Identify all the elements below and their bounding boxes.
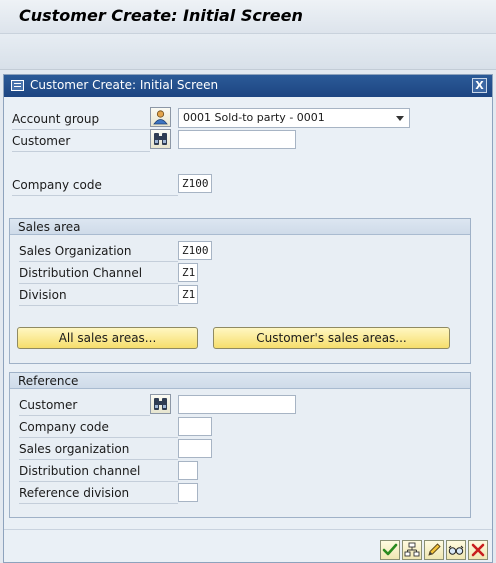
window-title: Customer Create: Initial Screen bbox=[19, 6, 303, 25]
company-code-input[interactable]: Z100 bbox=[178, 174, 212, 193]
dialog-title: Customer Create: Initial Screen bbox=[30, 78, 219, 92]
ref-division-label: Reference division bbox=[19, 486, 130, 500]
glasses-icon bbox=[448, 545, 464, 555]
company-code-label: Company code bbox=[12, 178, 102, 192]
cancel-button[interactable] bbox=[468, 540, 488, 560]
ref-company-code-label: Company code bbox=[19, 420, 109, 434]
sales-org-label: Sales Organization bbox=[19, 244, 132, 258]
customer-input[interactable] bbox=[178, 130, 296, 149]
sales-area-title: Sales area bbox=[18, 220, 81, 234]
label-underline bbox=[19, 283, 178, 284]
customer-search-button[interactable] bbox=[150, 129, 171, 149]
binoculars-icon bbox=[154, 133, 167, 145]
cancel-icon bbox=[471, 543, 485, 557]
account-group-selected: 0001 Sold-to party - 0001 bbox=[183, 111, 325, 124]
ref-distribution-channel-label: Distribution channel bbox=[19, 464, 141, 478]
create-with-template-button[interactable] bbox=[424, 540, 444, 560]
label-underline bbox=[19, 481, 178, 482]
division-label: Division bbox=[19, 288, 67, 302]
account-group-help-button[interactable] bbox=[150, 107, 171, 127]
label-underline bbox=[19, 437, 178, 438]
sales-org-input[interactable]: Z100 bbox=[178, 241, 212, 260]
continue-button[interactable] bbox=[380, 540, 400, 560]
hierarchy-icon bbox=[404, 542, 420, 557]
account-group-select[interactable]: 0001 Sold-to party - 0001 bbox=[178, 108, 410, 128]
label-underline bbox=[19, 415, 150, 416]
display-button[interactable] bbox=[446, 540, 466, 560]
distribution-channel-label: Distribution Channel bbox=[19, 266, 143, 280]
close-button[interactable]: X bbox=[472, 78, 487, 93]
label-underline bbox=[19, 261, 178, 262]
window-title-bar: Customer Create: Initial Screen bbox=[0, 0, 496, 34]
application-toolbar bbox=[0, 34, 496, 70]
label-underline bbox=[19, 459, 178, 460]
person-icon bbox=[153, 110, 168, 125]
org-structure-button[interactable] bbox=[402, 540, 422, 560]
chevron-down-icon[interactable] bbox=[396, 116, 404, 121]
edit-pencil-icon bbox=[428, 543, 441, 556]
ref-division-input[interactable] bbox=[178, 483, 198, 502]
confirm-icon bbox=[382, 543, 398, 556]
distribution-channel-input[interactable]: Z1 bbox=[178, 263, 198, 282]
ref-company-code-input[interactable] bbox=[178, 417, 212, 436]
reference-group: Reference Customer Company code Sales or… bbox=[9, 372, 471, 518]
sales-area-group: Sales area Sales Organization Z100 Distr… bbox=[9, 218, 471, 364]
reference-header: Reference bbox=[10, 373, 470, 389]
ref-sales-org-input[interactable] bbox=[178, 439, 212, 458]
ref-distribution-channel-input[interactable] bbox=[178, 461, 198, 480]
ref-customer-label: Customer bbox=[19, 398, 78, 412]
ref-sales-org-label: Sales organization bbox=[19, 442, 130, 456]
label-underline bbox=[12, 129, 150, 130]
sales-area-header: Sales area bbox=[10, 219, 470, 235]
all-sales-areas-button[interactable]: All sales areas... bbox=[17, 327, 198, 349]
division-input[interactable]: Z1 bbox=[178, 285, 198, 304]
footer-separator bbox=[4, 529, 492, 530]
ref-customer-input[interactable] bbox=[178, 395, 296, 414]
label-underline bbox=[19, 305, 178, 306]
label-underline bbox=[19, 503, 178, 504]
dialog-header: Customer Create: Initial Screen X bbox=[4, 75, 492, 97]
binoculars-icon bbox=[154, 398, 167, 410]
ref-customer-search-button[interactable] bbox=[150, 394, 171, 414]
dialog-window-icon bbox=[11, 80, 24, 91]
customer-create-dialog: Customer Create: Initial Screen X Accoun… bbox=[3, 74, 493, 563]
reference-title: Reference bbox=[18, 374, 79, 388]
label-underline bbox=[12, 195, 178, 196]
customer-label: Customer bbox=[12, 134, 71, 148]
customers-sales-areas-button[interactable]: Customer's sales areas... bbox=[213, 327, 450, 349]
account-group-label: Account group bbox=[12, 112, 100, 126]
label-underline bbox=[12, 151, 150, 152]
